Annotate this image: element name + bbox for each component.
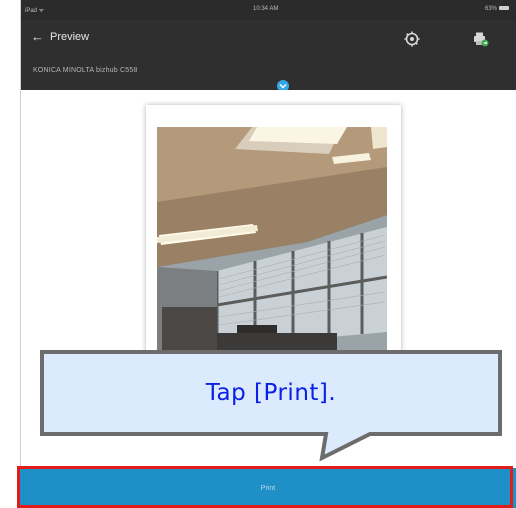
callout-text: Tap [Print]. xyxy=(205,380,337,406)
callout-bubble xyxy=(40,350,502,462)
